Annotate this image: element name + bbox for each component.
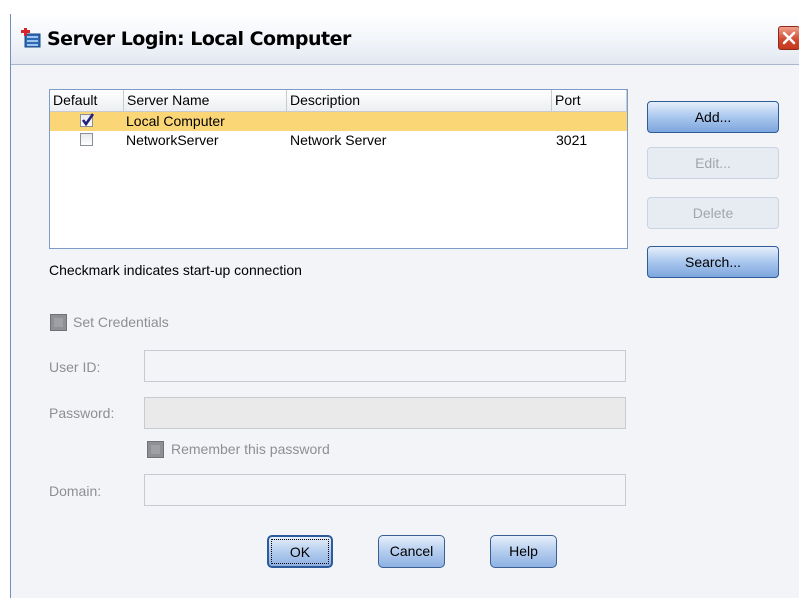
edit-button[interactable]: Edit... <box>647 147 779 179</box>
domain-label: Domain: <box>49 483 102 499</box>
search-button[interactable]: Search... <box>647 246 779 278</box>
server-name-cell: Local Computer <box>126 113 225 129</box>
set-credentials-label: Set Credentials <box>73 314 169 330</box>
server-list[interactable]: Default Server Name Description Port Loc… <box>49 89 628 249</box>
add-button[interactable]: Add... <box>647 101 779 133</box>
remember-password-checkbox[interactable] <box>147 441 164 458</box>
close-button[interactable] <box>778 26 799 50</box>
help-button[interactable]: Help <box>490 535 557 568</box>
column-default[interactable]: Default <box>50 90 124 111</box>
checkmark-icon <box>81 113 95 127</box>
ok-button[interactable]: OK <box>267 535 333 568</box>
window-title: Server Login: Local Computer <box>47 28 351 50</box>
cancel-button[interactable]: Cancel <box>378 535 445 568</box>
description-cell: Network Server <box>290 132 387 148</box>
column-server-name[interactable]: Server Name <box>124 90 287 111</box>
server-login-dialog: Server Login: Local Computer Default Ser… <box>10 14 799 598</box>
set-credentials-checkbox[interactable] <box>50 314 67 331</box>
password-field[interactable] <box>144 397 626 429</box>
user-id-label: User ID: <box>49 359 101 375</box>
password-label: Password: <box>49 405 115 421</box>
startup-connection-hint: Checkmark indicates start-up connection <box>49 262 302 278</box>
server-app-icon <box>21 28 41 48</box>
domain-field[interactable] <box>144 474 626 506</box>
server-name-cell: NetworkServer <box>126 132 219 148</box>
default-checkbox-networkserver[interactable] <box>80 133 93 146</box>
remember-password-label: Remember this password <box>171 441 330 457</box>
column-port[interactable]: Port <box>552 90 627 111</box>
close-x-icon <box>782 31 796 45</box>
title-bar[interactable]: Server Login: Local Computer <box>11 14 799 65</box>
server-row-local-computer[interactable]: Local Computer <box>50 112 627 131</box>
port-cell: 3021 <box>556 132 588 148</box>
delete-button[interactable]: Delete <box>647 197 779 229</box>
column-description[interactable]: Description <box>287 90 552 111</box>
server-list-header: Default Server Name Description Port <box>50 90 627 112</box>
default-checkbox-local-computer[interactable] <box>80 113 95 127</box>
user-id-field[interactable] <box>144 350 626 382</box>
server-row-networkserver[interactable]: NetworkServer Network Server 3021 <box>50 131 627 150</box>
